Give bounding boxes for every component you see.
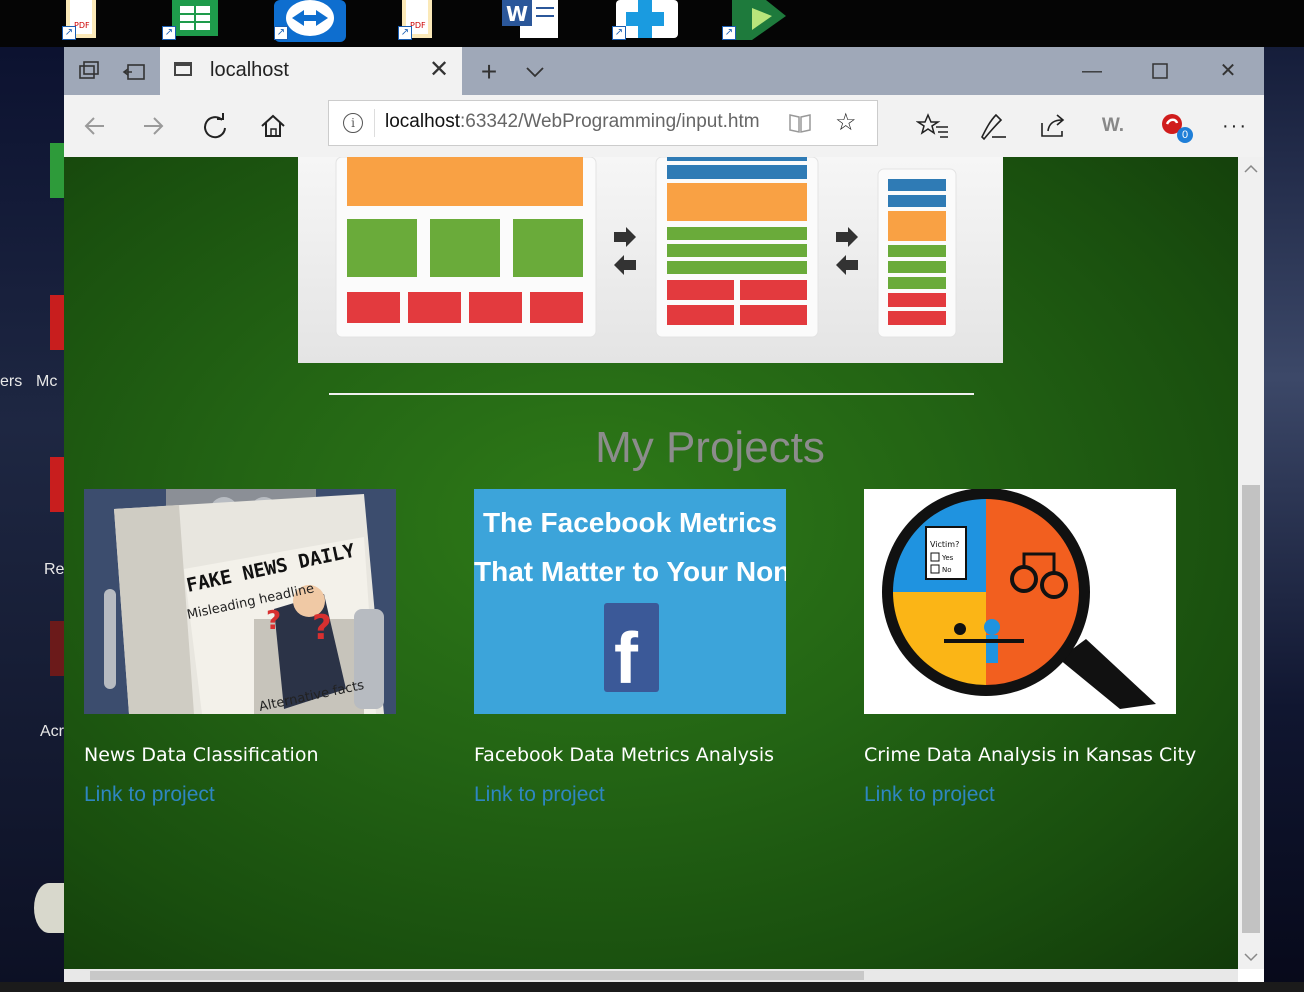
spreadsheet-icon[interactable]: ↗ [162, 0, 218, 40]
address-url[interactable]: localhost:63342/WebProgramming/input.htm [385, 111, 775, 133]
new-tab-icon[interactable]: + [474, 57, 504, 87]
dynamics-icon[interactable]: ↗ [722, 0, 792, 40]
project-link[interactable]: Link to project [84, 783, 215, 807]
favorite-star-icon[interactable]: ☆ [835, 108, 857, 137]
svg-text:?: ? [266, 606, 281, 636]
extension-w-icon[interactable]: W. [1096, 109, 1130, 143]
horizontal-scrollbar[interactable] [64, 969, 1238, 982]
refresh-icon[interactable] [198, 109, 232, 143]
favorites-hub-icon[interactable] [915, 109, 950, 143]
address-path: :63342/WebProgramming/input.htm [460, 111, 760, 132]
teamviewer-icon[interactable]: ↗ [274, 0, 346, 42]
svg-text:f: f [614, 619, 639, 699]
scroll-down-icon[interactable] [1244, 949, 1258, 967]
desktop-right-strip [1264, 47, 1304, 992]
crime-analysis-thumbnail: Victim? Yes No [864, 489, 1176, 714]
desktop-app-icon[interactable] [50, 295, 64, 350]
word-icon[interactable]: W [502, 0, 558, 40]
forward-icon[interactable] [136, 109, 170, 143]
image-line2: That Matter to Your Nonprofit [474, 556, 786, 587]
fake-news-thumbnail: ? ? FAKE NEWS DAILY Misleading headline … [84, 489, 396, 714]
responsive-layout-image [298, 157, 1003, 363]
section-divider [329, 393, 974, 395]
project-title: News Data Classification [84, 744, 319, 766]
desktop-app-icon[interactable] [50, 143, 64, 198]
image-yes: Yes [941, 554, 954, 562]
share-icon[interactable] [1036, 109, 1070, 143]
image-victim: Victim? [930, 540, 959, 549]
close-tab-icon[interactable]: ✕ [426, 57, 452, 83]
svg-text:?: ? [312, 608, 332, 648]
tab-localhost[interactable]: localhost ✕ [160, 47, 462, 95]
close-window-icon[interactable]: ✕ [1210, 55, 1246, 87]
extension-badge: 0 [1177, 127, 1193, 143]
security-extension-icon[interactable]: 0 [1158, 109, 1193, 143]
desktop-label: ers [0, 373, 23, 390]
desktop-label: Acr [40, 723, 64, 740]
project-card: Victim? Yes No Crime Data Analysis in Ka… [864, 489, 1196, 806]
address-separator [374, 109, 375, 137]
browser-window: localhost ✕ + — ✕ i localhost:63342/WebP… [64, 47, 1264, 982]
taskbar [0, 982, 1304, 992]
image-no: No [942, 566, 952, 574]
desktop-app-icon[interactable] [50, 621, 64, 676]
tab-title: localhost [210, 59, 289, 81]
pdf-file-icon-2[interactable]: PDF ↗ [398, 0, 438, 40]
project-link[interactable]: Link to project [474, 783, 605, 807]
tab-manager-icon[interactable] [74, 57, 104, 87]
app-plus-icon[interactable]: ↗ [612, 0, 678, 40]
vertical-scroll-thumb[interactable] [1242, 485, 1260, 933]
desktop-left-strip: ers Mc Re Acr [0, 47, 64, 992]
desktop-top-bar: PDF ↗ ↗ ↗ PDF ↗ W ↗ ↗ [0, 0, 1304, 47]
scroll-up-icon[interactable] [1244, 163, 1258, 177]
page-content: My Projects ? ? FAKE NEWS DAILY Misleadi… [64, 157, 1238, 969]
project-card: The Facebook Metrics That Matter to Your… [474, 489, 786, 806]
desktop-app-icon[interactable] [50, 457, 64, 512]
info-icon[interactable]: i [343, 113, 363, 133]
desktop-decoration [34, 883, 64, 933]
desktop-label: Mc [36, 373, 58, 390]
svg-text:W: W [506, 2, 528, 26]
home-icon[interactable] [256, 109, 290, 143]
facebook-metrics-thumbnail: The Facebook Metrics That Matter to Your… [474, 489, 786, 714]
chevron-down-icon[interactable] [520, 57, 550, 87]
project-title: Facebook Data Metrics Analysis [474, 744, 775, 766]
vertical-scrollbar[interactable] [1238, 157, 1264, 969]
desktop-label: Re [44, 561, 65, 578]
address-host: localhost [385, 111, 460, 132]
navigation-bar: i localhost:63342/WebProgramming/input.h… [64, 95, 1264, 158]
horizontal-scroll-thumb[interactable] [90, 971, 864, 980]
more-options-icon[interactable]: ··· [1218, 109, 1252, 143]
svg-text:PDF: PDF [74, 21, 90, 30]
project-title: Crime Data Analysis in Kansas City [864, 744, 1197, 766]
title-bar: localhost ✕ + — ✕ [64, 47, 1264, 95]
project-card: ? ? FAKE NEWS DAILY Misleading headline … [84, 489, 396, 806]
reading-view-icon[interactable] [787, 110, 813, 142]
address-bar[interactable]: i localhost:63342/WebProgramming/input.h… [328, 100, 878, 146]
minimize-icon[interactable]: — [1074, 55, 1110, 87]
page-icon [174, 62, 192, 76]
set-tabs-aside-icon[interactable] [120, 57, 150, 87]
back-icon[interactable] [78, 109, 112, 143]
project-link[interactable]: Link to project [864, 783, 995, 807]
maximize-icon[interactable] [1142, 55, 1178, 87]
image-line1: The Facebook Metrics [483, 507, 777, 538]
svg-text:PDF: PDF [410, 21, 426, 30]
pen-notes-icon[interactable] [976, 109, 1010, 143]
section-title: My Projects [595, 423, 825, 472]
pdf-file-icon[interactable]: PDF ↗ [62, 0, 102, 40]
